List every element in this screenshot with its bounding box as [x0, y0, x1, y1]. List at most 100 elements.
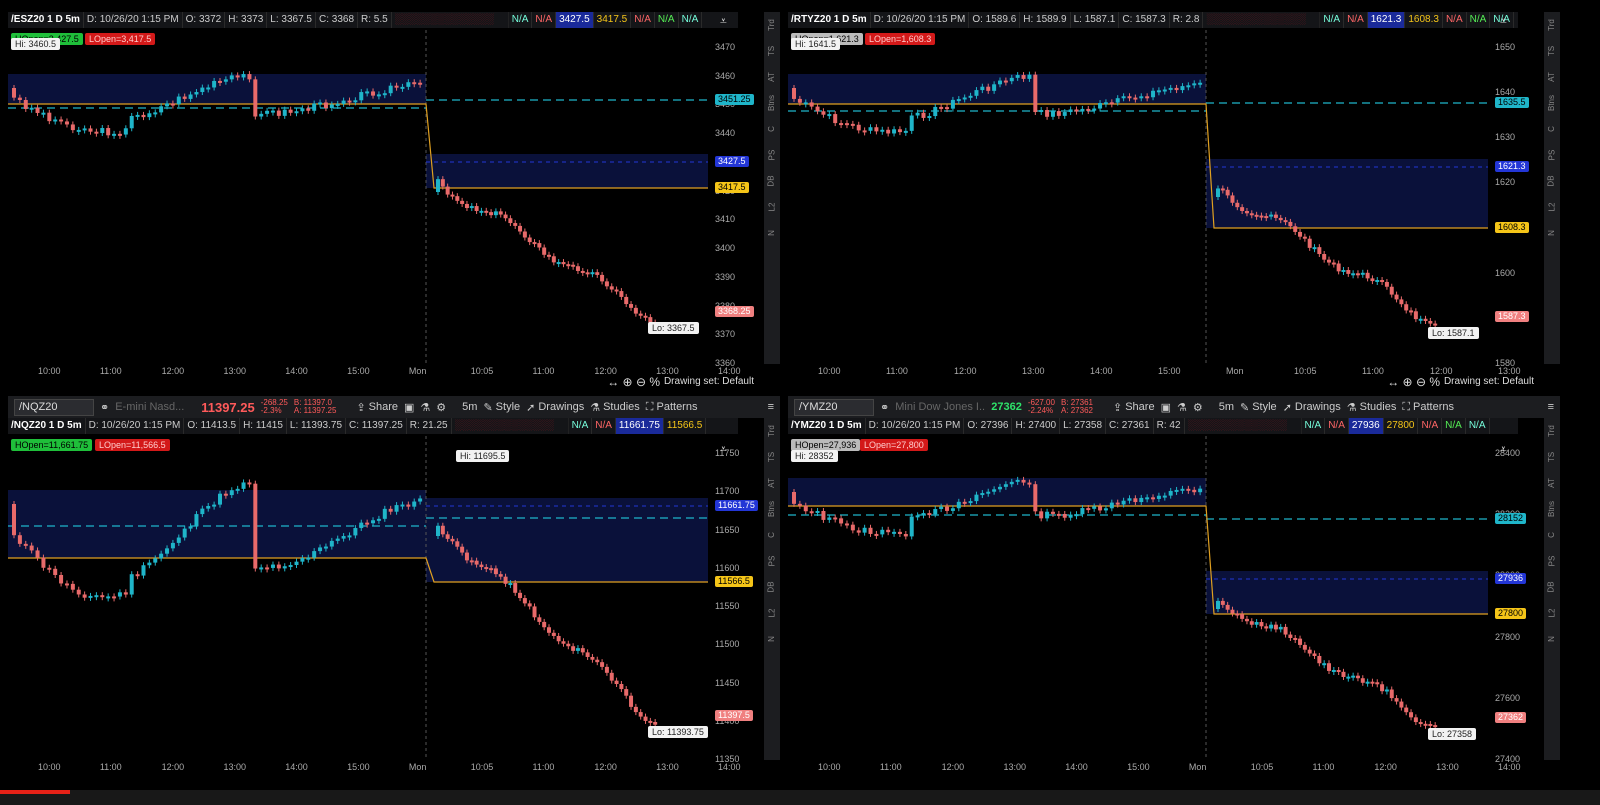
- side-tab-db[interactable]: DB: [1539, 581, 1560, 592]
- drawing-set-label[interactable]: Drawing set: Default: [664, 376, 754, 387]
- candle: [29, 107, 34, 110]
- candle: [595, 272, 600, 275]
- side-tab-ps[interactable]: PS: [759, 556, 780, 567]
- side-tab-l2[interactable]: L2: [759, 609, 780, 618]
- candle: [1365, 681, 1370, 684]
- chart-panel-es[interactable]: /ESZ20 1 D 5m D: 10/26/20 1:15 PM O: 337…: [8, 12, 780, 390]
- candle: [1050, 511, 1055, 514]
- candle: [70, 583, 75, 590]
- side-tab-btns[interactable]: Btns: [1539, 95, 1560, 111]
- side-tab-btns[interactable]: Btns: [759, 501, 780, 517]
- side-tab-l2[interactable]: L2: [759, 203, 780, 212]
- video-progress-bar[interactable]: [0, 790, 70, 794]
- side-tab-trd[interactable]: Trd: [759, 425, 780, 437]
- side-tab-ts[interactable]: TS: [1539, 452, 1560, 462]
- lopen-bubble: LOpen=27,800: [860, 439, 928, 451]
- chart-panel-rty[interactable]: /RTYZ20 1 D 5m D: 10/26/20 1:15 PM O: 15…: [788, 12, 1560, 390]
- side-tab-trd[interactable]: Trd: [1539, 19, 1560, 31]
- collapse-icon[interactable]: ⩡: [1500, 14, 1507, 29]
- session-high-label: Hi: 28352: [791, 450, 838, 462]
- collapse-icon[interactable]: ⩡: [720, 14, 727, 29]
- side-tab-n[interactable]: N: [1539, 230, 1560, 236]
- candle: [1293, 637, 1298, 640]
- candle: [1056, 111, 1061, 116]
- candle: [844, 123, 849, 126]
- x-axis-tick: 15:00: [1158, 366, 1181, 376]
- side-tab-db[interactable]: DB: [759, 581, 780, 592]
- chart-canvas[interactable]: [788, 396, 1560, 780]
- candle: [394, 505, 399, 512]
- candle: [474, 560, 479, 565]
- candle: [1269, 624, 1274, 629]
- side-tab-at[interactable]: AT: [1539, 478, 1560, 488]
- chart-canvas[interactable]: [8, 396, 780, 780]
- x-axis-tick: 12:00: [954, 366, 977, 376]
- side-tab-db[interactable]: DB: [759, 175, 780, 186]
- y-axis-tick: 3410: [715, 214, 736, 225]
- chart-panel-ym[interactable]: ⚭ Mini Dow Jones I... 27362 -627.00 -2.2…: [788, 396, 1560, 780]
- candle: [117, 592, 122, 597]
- side-tab-ps[interactable]: PS: [759, 150, 780, 161]
- chart-panel-nq[interactable]: ⚭ E-mini Nasd... 11397.25 -268.25 -2.3% …: [8, 396, 780, 780]
- side-tab-ps[interactable]: PS: [1539, 150, 1560, 161]
- side-tab-n[interactable]: N: [759, 230, 780, 236]
- candle: [1098, 506, 1103, 511]
- side-tab-ts[interactable]: TS: [1539, 46, 1560, 56]
- side-tab-c[interactable]: C: [1539, 532, 1560, 538]
- candle: [638, 712, 643, 717]
- pan-zoom-icons[interactable]: ↔ ⊕ ⊖ %: [1387, 375, 1440, 389]
- candle: [633, 706, 638, 713]
- candle: [288, 565, 293, 568]
- candle: [571, 646, 576, 651]
- candle: [253, 79, 258, 117]
- candle: [939, 506, 944, 510]
- side-tab-trd[interactable]: Trd: [1539, 425, 1560, 437]
- candle: [1092, 108, 1097, 111]
- collapse-icon[interactable]: ⩡: [1500, 442, 1507, 457]
- side-tab-at[interactable]: AT: [759, 478, 780, 488]
- side-tab-ps[interactable]: PS: [1539, 556, 1560, 567]
- candle: [1322, 663, 1327, 666]
- candle: [998, 80, 1002, 85]
- drawing-set-label[interactable]: Drawing set: Default: [1444, 376, 1534, 387]
- side-tab-ts[interactable]: TS: [759, 46, 780, 56]
- side-tab-c[interactable]: C: [1539, 126, 1560, 132]
- side-tab-c[interactable]: C: [759, 532, 780, 538]
- side-tab-btns[interactable]: Btns: [759, 95, 780, 111]
- y-axis-tick: 1620: [1495, 177, 1516, 188]
- candle: [329, 540, 334, 547]
- side-tab-db[interactable]: DB: [1539, 175, 1560, 186]
- side-tab-ts[interactable]: TS: [759, 452, 780, 462]
- candle: [986, 86, 991, 91]
- candle: [600, 662, 605, 667]
- collapse-icon[interactable]: ⩡: [720, 442, 727, 457]
- candle: [1039, 110, 1044, 113]
- candle: [1433, 725, 1438, 728]
- candle: [1045, 110, 1050, 117]
- pan-zoom-icons[interactable]: ↔ ⊕ ⊖ %: [607, 375, 660, 389]
- side-tab-at[interactable]: AT: [759, 72, 780, 82]
- price-axis-tag: 27800: [1495, 608, 1527, 619]
- candle: [1198, 488, 1203, 493]
- candle: [897, 531, 902, 535]
- side-tab-trd[interactable]: Trd: [759, 19, 780, 31]
- candle: [1317, 247, 1322, 255]
- candle: [418, 498, 423, 502]
- side-tab-c[interactable]: C: [759, 126, 780, 132]
- side-tab-n[interactable]: N: [1539, 636, 1560, 642]
- candle: [436, 525, 440, 536]
- candle: [141, 565, 146, 576]
- x-axis-tick: 11:00: [99, 762, 122, 772]
- y-axis-tick: 3460: [715, 70, 736, 81]
- side-tab-l2[interactable]: L2: [1539, 609, 1560, 618]
- candle: [347, 535, 352, 538]
- candle: [1015, 75, 1020, 78]
- x-axis-tick: 15:00: [347, 366, 370, 376]
- side-tab-l2[interactable]: L2: [1539, 203, 1560, 212]
- candle: [792, 492, 796, 504]
- side-tab-btns[interactable]: Btns: [1539, 501, 1560, 517]
- side-tab-n[interactable]: N: [759, 636, 780, 642]
- side-tab-at[interactable]: AT: [1539, 72, 1560, 82]
- candle: [527, 237, 532, 243]
- candle: [436, 179, 440, 192]
